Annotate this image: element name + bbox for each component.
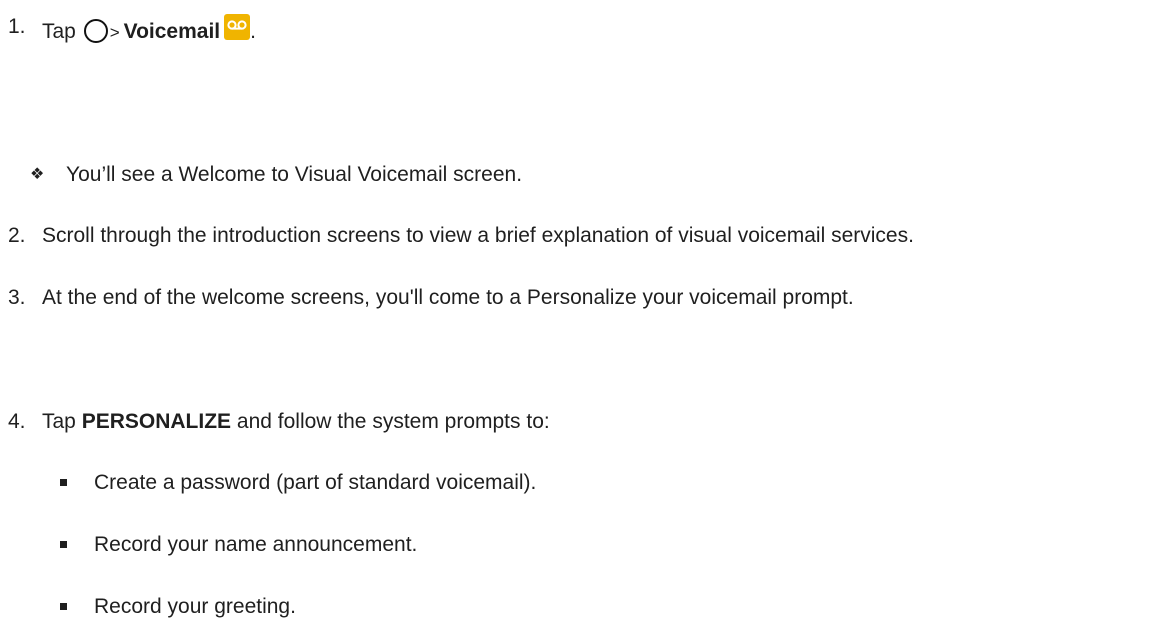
voicemail-app-icon xyxy=(224,14,251,40)
step-text: Tap PERSONALIZE and follow the system pr… xyxy=(42,409,550,435)
tap-word: Tap xyxy=(42,20,76,43)
separator: > xyxy=(109,23,120,42)
personalize-label: PERSONALIZE xyxy=(81,410,232,433)
step-number: 3. xyxy=(8,286,26,309)
square-bullet-icon xyxy=(60,541,67,548)
trailing-punctuation: . xyxy=(250,20,256,43)
document-page: { "steps": [ { "number": "1.", "tap_word… xyxy=(0,0,1169,626)
step-number: 4. xyxy=(8,410,26,433)
sub-bullet-text: Record your greeting. xyxy=(94,595,296,618)
square-bullet-icon xyxy=(60,479,67,486)
square-bullet-icon xyxy=(60,603,67,610)
step-text: At the end of the welcome screens, you'l… xyxy=(42,286,854,309)
diamond-bullet-icon: ❖ xyxy=(30,166,45,183)
step-text: Tap > Voicemail. xyxy=(42,14,256,46)
tap-word: Tap xyxy=(42,410,76,433)
step-number: 2. xyxy=(8,224,26,247)
voicemail-label: Voicemail xyxy=(123,20,221,43)
step-rest-text: and follow the system prompts to: xyxy=(231,410,550,433)
note-text: You’ll see a Welcome to Visual Voicemail… xyxy=(66,163,523,186)
step-text: Scroll through the introduction screens … xyxy=(42,224,914,247)
sub-bullet-text: Record your name announcement. xyxy=(94,533,418,556)
home-button-icon xyxy=(83,19,108,43)
step-number: 1. xyxy=(8,15,26,38)
sub-bullet-text: Create a password (part of standard voic… xyxy=(94,471,537,494)
